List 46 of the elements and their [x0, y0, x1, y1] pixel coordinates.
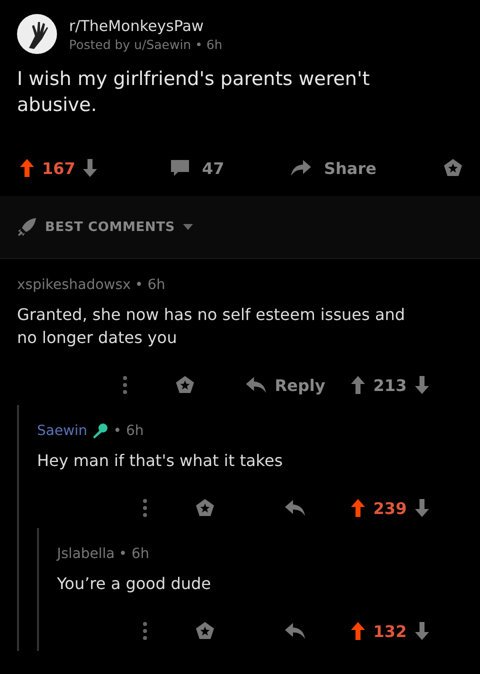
- reply-button[interactable]: Reply: [244, 376, 326, 394]
- comment-time: • 6h: [118, 546, 150, 562]
- more-icon[interactable]: [143, 499, 147, 517]
- reply-icon: [284, 499, 306, 517]
- award-icon[interactable]: [195, 498, 215, 518]
- award-icon[interactable]: [195, 621, 215, 641]
- downvote-icon[interactable]: [414, 622, 429, 640]
- comments-button[interactable]: 47: [170, 158, 290, 178]
- post-meta: Posted by u/Saewin • 6h: [69, 36, 222, 52]
- vote-score: 239: [373, 498, 407, 518]
- caret-icon[interactable]: [182, 224, 193, 230]
- share-icon: [290, 159, 312, 177]
- microphone-icon: [91, 423, 110, 439]
- comment-author[interactable]: xspikeshadowsx: [17, 277, 131, 293]
- comment-text: Granted, she now has no self esteem issues and no longer dates you: [17, 304, 406, 349]
- award-icon[interactable]: [175, 375, 195, 395]
- upvote-icon[interactable]: [351, 376, 366, 394]
- upvote-icon[interactable]: [351, 622, 366, 640]
- upvote-icon[interactable]: [20, 159, 34, 177]
- subreddit-name[interactable]: r/TheMonkeysPaw: [69, 16, 222, 34]
- downvote-icon[interactable]: [414, 499, 429, 517]
- comment-text: Hey man if that's what it takes: [37, 450, 284, 472]
- comment-author[interactable]: Saewin: [37, 423, 88, 439]
- vote-score: 167: [42, 158, 76, 178]
- share-button[interactable]: Share: [290, 158, 376, 178]
- reply-icon: [284, 622, 306, 640]
- comment-author[interactable]: Jslabella: [57, 546, 115, 562]
- vote-score: 213: [373, 376, 407, 394]
- comment-time: • 6h: [134, 277, 166, 293]
- comment-text: You’re a good dude: [57, 573, 212, 595]
- downvote-icon[interactable]: [83, 159, 98, 177]
- reply-button[interactable]: [284, 622, 306, 640]
- post-title: I wish my girlfriend's parents weren't abusive.: [16, 67, 371, 118]
- vote-score: 132: [373, 622, 407, 640]
- comment-time: • 6h: [113, 423, 144, 439]
- reply-button[interactable]: [284, 499, 306, 517]
- more-icon[interactable]: [143, 622, 147, 640]
- sort-dropdown[interactable]: BEST COMMENTS: [45, 220, 175, 234]
- downvote-icon[interactable]: [414, 376, 429, 394]
- subreddit-avatar[interactable]: [17, 14, 57, 54]
- comment-icon: [170, 159, 190, 177]
- award-icon[interactable]: [443, 158, 463, 178]
- reply-icon: [244, 376, 267, 394]
- rocket-icon: [17, 217, 37, 237]
- more-icon[interactable]: [123, 376, 127, 394]
- upvote-icon[interactable]: [351, 499, 366, 517]
